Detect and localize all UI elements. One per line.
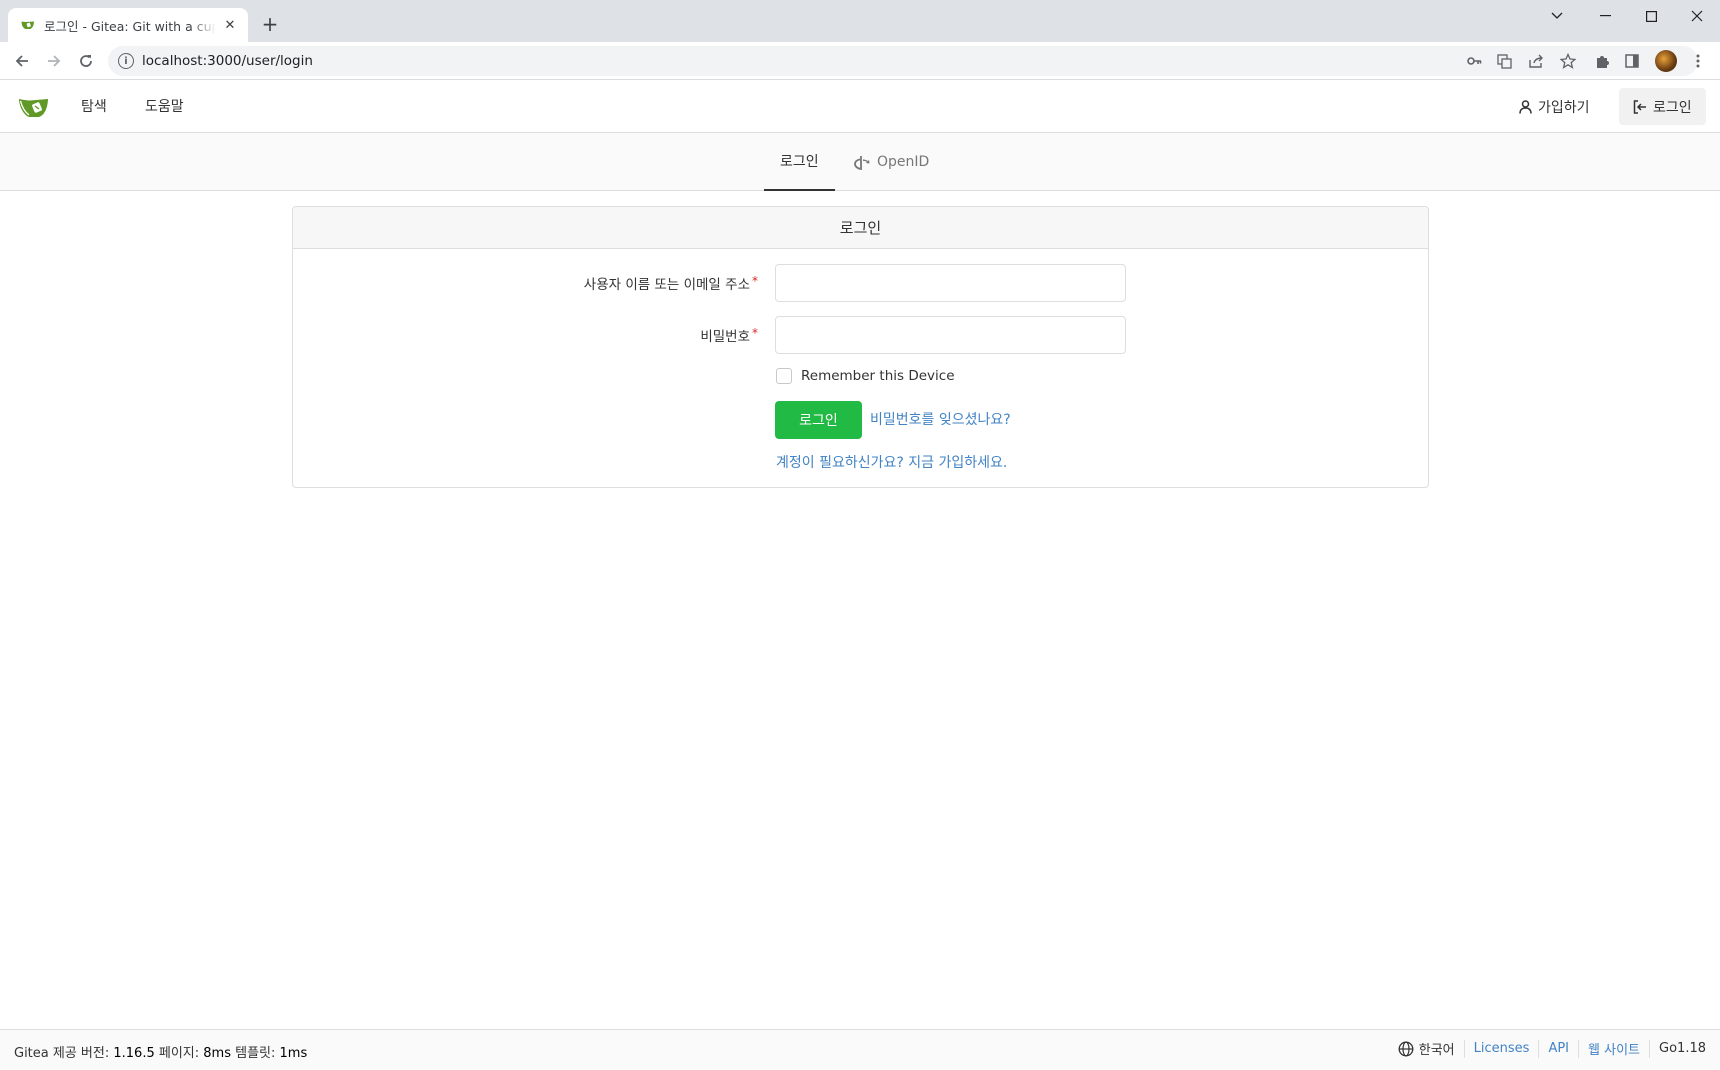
template-label: 템플릿: [230,1046,280,1061]
forward-arrow-icon[interactable] [40,47,68,75]
tab-login-label: 로그인 [780,154,819,170]
bookmark-star-icon[interactable] [1558,51,1578,71]
tab-title: 로그인 - Gitea: Git with a cup of tea [44,18,216,34]
page-footer: Gitea 제공 버전: 1.16.5 페이지: 8ms 템플릿: 1ms 한국… [0,1029,1720,1070]
back-arrow-icon[interactable] [8,47,36,75]
form-header: 로그인 [293,207,1428,249]
tab-search-chevron-icon[interactable] [1534,0,1580,32]
address-bar[interactable]: i localhost:3000/user/login [108,46,1698,76]
menu-kebab-icon[interactable] [1688,51,1708,71]
password-label: 비밀번호 * [700,325,758,345]
signin-label: 로그인 [1653,99,1692,116]
username-label-text: 사용자 이름 또는 이메일 주소 [583,277,750,293]
share-icon[interactable] [1526,51,1546,71]
side-panel-icon[interactable] [1622,51,1642,71]
page-label: 페이지: [154,1046,204,1061]
licenses-link[interactable]: Licenses [1474,1041,1530,1056]
register-button[interactable]: 가입하기 [1505,88,1604,125]
divider [1578,1039,1580,1058]
browser-tab[interactable]: 로그인 - Gitea: Git with a cup of tea ✕ [8,8,248,42]
divider [1463,1039,1465,1058]
minimize-icon[interactable] [1582,0,1628,32]
password-input[interactable] [775,316,1126,354]
page-time: 8ms [203,1046,231,1061]
username-label: 사용자 이름 또는 이메일 주소 * [584,273,758,293]
browser-tabstrip: 로그인 - Gitea: Git with a cup of tea ✕ + [0,0,1720,42]
site-info-icon[interactable]: i [118,53,134,69]
key-icon[interactable] [1464,51,1484,71]
sign-in-icon [1633,99,1647,114]
gitea-navbar: 탐색 도움말 가입하기 로그인 [0,80,1720,133]
tab-openid[interactable]: OpenID [838,133,945,190]
url-text: localhost:3000/user/login [142,53,313,69]
username-input[interactable] [775,264,1126,302]
remember-label[interactable]: Remember this Device [801,368,955,384]
register-label: 가입하기 [1538,99,1590,116]
password-label-text: 비밀번호 [700,329,750,345]
footer-version-info: Gitea 제공 버전: 1.16.5 페이지: 8ms 템플릿: 1ms [14,1042,307,1061]
openid-icon [854,154,870,170]
gitea-favicon-icon [21,21,34,29]
remember-checkbox[interactable] [776,368,792,384]
divider [1649,1039,1651,1058]
footer-links: 한국어 Licenses API 웹 사이트 Go1.18 [1398,1039,1706,1058]
login-submit-button[interactable]: 로그인 [775,401,862,439]
translate-icon[interactable] [1494,51,1514,71]
signin-tabs: 로그인 OpenID [0,133,1720,191]
powered-by-text: Gitea 제공 버전: [14,1046,114,1061]
maximize-icon[interactable] [1628,0,1674,32]
signin-button[interactable]: 로그인 [1619,88,1706,125]
extensions-icon[interactable] [1592,51,1612,71]
new-tab-icon[interactable]: + [258,12,282,36]
window-close-icon[interactable] [1674,0,1720,32]
template-time: 1ms [279,1046,308,1061]
login-form: 로그인 사용자 이름 또는 이메일 주소 * 비밀번호 * Remember thi… [292,206,1429,488]
nav-help[interactable]: 도움말 [145,96,184,116]
api-link[interactable]: API [1548,1041,1569,1056]
required-mark: * [752,274,758,288]
signup-link[interactable]: 계정이 필요하신가요? 지금 가입하세요. [776,452,1007,472]
tab-login[interactable]: 로그인 [764,133,835,191]
language-label: 한국어 [1418,1043,1455,1058]
language-selector[interactable]: 한국어 [1398,1039,1455,1058]
required-mark: * [752,326,758,340]
profile-avatar[interactable] [1655,50,1677,72]
browser-toolbar: i localhost:3000/user/login [0,42,1720,80]
nav-explore[interactable]: 탐색 [81,96,107,116]
forgot-password-link[interactable]: 비밀번호를 잊으셨나요? [870,409,1011,429]
divider [1538,1039,1540,1058]
reload-icon[interactable] [72,47,100,75]
version-text: 1.16.5 [113,1046,155,1061]
gitea-logo-icon[interactable] [18,91,50,121]
tab-openid-label: OpenID [877,153,930,170]
close-tab-icon[interactable]: ✕ [222,17,238,33]
website-link[interactable]: 웹 사이트 [1588,1039,1640,1058]
go-version: Go1.18 [1659,1041,1706,1056]
person-icon [1519,99,1532,114]
globe-icon [1398,1041,1414,1057]
